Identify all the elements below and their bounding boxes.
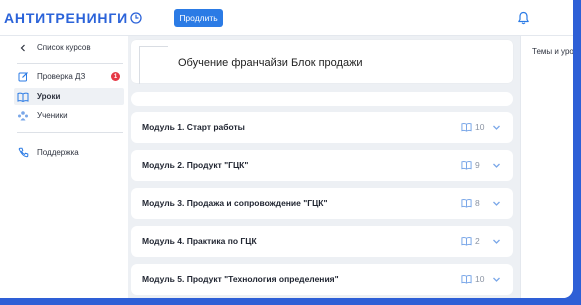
course-title-card: Обучение франчайзи Блок продажи xyxy=(131,40,513,84)
lesson-count: 9 xyxy=(475,160,480,170)
extend-button[interactable]: Продлить xyxy=(174,9,223,27)
lesson-count: 2 xyxy=(475,236,480,246)
top-header: АНТИТРЕНИНГИ Продлить xyxy=(0,0,573,36)
module-title: Модуль 3. Продажа и сопровождение "ГЦК" xyxy=(142,198,328,208)
chevron-down-icon[interactable] xyxy=(492,161,501,170)
module-card[interactable]: Модуль 4. Практика по ГЦК 2 xyxy=(131,226,513,257)
module-card[interactable]: Модуль 5. Продукт "Технология определени… xyxy=(131,264,513,295)
sidebar-item-label: Уроки xyxy=(37,92,61,101)
sidebar-item-label: Проверка ДЗ xyxy=(37,72,86,81)
clock-icon[interactable] xyxy=(130,12,142,24)
module-card[interactable]: Модуль 3. Продажа и сопровождение "ГЦК" … xyxy=(131,188,513,219)
book-icon xyxy=(461,160,472,170)
chevron-down-icon[interactable] xyxy=(492,123,501,132)
book-icon xyxy=(461,274,472,284)
sidebar-item-label: Ученики xyxy=(37,111,68,120)
module-title: Модуль 1. Старт работы xyxy=(142,122,245,132)
users-icon xyxy=(17,110,29,122)
chevron-down-icon[interactable] xyxy=(492,275,501,284)
sidebar-item-support[interactable]: Поддержка xyxy=(14,144,124,161)
topics-tab[interactable]: Темы и уроки xyxy=(532,47,573,56)
notification-badge: 1 xyxy=(111,72,120,81)
edit-icon xyxy=(17,71,29,83)
sidebar-item-homework[interactable]: Проверка ДЗ xyxy=(14,68,124,85)
back-label: Список курсов xyxy=(37,43,91,52)
right-panel xyxy=(520,36,573,298)
chevron-left-icon xyxy=(17,42,29,54)
book-icon xyxy=(461,236,472,246)
back-to-courses-link[interactable]: Список курсов xyxy=(14,39,124,56)
phone-icon xyxy=(17,147,29,159)
course-progress-bar xyxy=(131,92,513,106)
sidebar-item-students[interactable]: Ученики xyxy=(14,107,124,124)
bell-icon[interactable] xyxy=(517,11,530,25)
module-card[interactable]: Модуль 1. Старт работы 10 xyxy=(131,112,513,143)
chevron-down-icon[interactable] xyxy=(492,199,501,208)
module-title: Модуль 2. Продукт "ГЦК" xyxy=(142,160,249,170)
right-panel-divider xyxy=(520,36,521,298)
chevron-down-icon[interactable] xyxy=(492,237,501,246)
course-thumbnail xyxy=(139,46,168,84)
sidebar-divider xyxy=(17,63,123,64)
sidebar-item-label: Поддержка xyxy=(37,148,79,157)
book-icon xyxy=(17,91,29,103)
lesson-count: 10 xyxy=(475,122,485,132)
course-title: Обучение франчайзи Блок продажи xyxy=(178,57,363,69)
book-icon xyxy=(461,198,472,208)
module-card[interactable]: Модуль 2. Продукт "ГЦК" 9 xyxy=(131,150,513,181)
lesson-count: 8 xyxy=(475,198,480,208)
book-icon xyxy=(461,122,472,132)
app-logo[interactable]: АНТИТРЕНИНГИ xyxy=(4,10,128,26)
module-title: Модуль 4. Практика по ГЦК xyxy=(142,236,257,246)
sidebar-item-lessons[interactable]: Уроки xyxy=(14,88,124,105)
lesson-count: 10 xyxy=(475,274,485,284)
module-title: Модуль 5. Продукт "Технология определени… xyxy=(142,274,339,284)
sidebar-divider xyxy=(17,132,123,133)
app-window: АНТИТРЕНИНГИ Продлить Список курсов Пров… xyxy=(0,0,573,298)
